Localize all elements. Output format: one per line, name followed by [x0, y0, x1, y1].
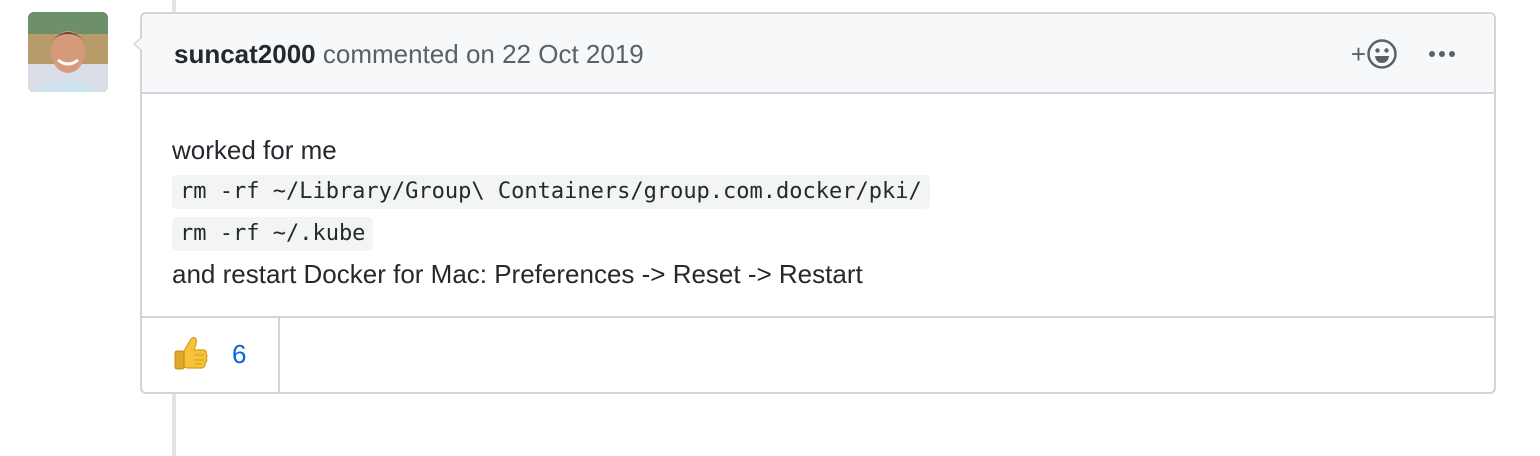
- add-reaction-button[interactable]: +: [1351, 38, 1398, 70]
- author-link[interactable]: suncat2000: [174, 39, 316, 69]
- more-options-button[interactable]: [1428, 49, 1456, 59]
- plus-icon: +: [1350, 39, 1366, 69]
- reaction-count: 6: [232, 339, 247, 369]
- avatar[interactable]: [28, 12, 108, 92]
- kebab-horizontal-icon: [1429, 51, 1455, 57]
- header-actions: +: [1351, 38, 1456, 70]
- comment-outro-text: and restart Docker for Mac: Preferences …: [172, 259, 863, 289]
- reaction-thumbs-up-button[interactable]: 6: [142, 318, 280, 392]
- comment-header-text: suncat2000 commented on 22 Oct 2019: [174, 38, 644, 70]
- comment-timestamp[interactable]: commented on 22 Oct 2019: [323, 39, 644, 69]
- comment-box: suncat2000 commented on 22 Oct 2019 + wo…: [133, 12, 1496, 394]
- inline-code: rm -rf ~/.kube: [172, 217, 374, 251]
- thumbs-up-icon: [174, 336, 208, 370]
- inline-code: rm -rf ~/Library/Group\ Containers/group…: [172, 175, 930, 209]
- comment-intro-text: worked for me: [172, 135, 337, 165]
- smiley-icon: [1367, 39, 1397, 69]
- comment-header: suncat2000 commented on 22 Oct 2019 +: [142, 14, 1494, 94]
- comment-body: worked for me rm -rf ~/Library/Group\ Co…: [142, 94, 1494, 294]
- avatar-photo: [28, 12, 108, 92]
- reactions-bar: 6: [142, 316, 1494, 392]
